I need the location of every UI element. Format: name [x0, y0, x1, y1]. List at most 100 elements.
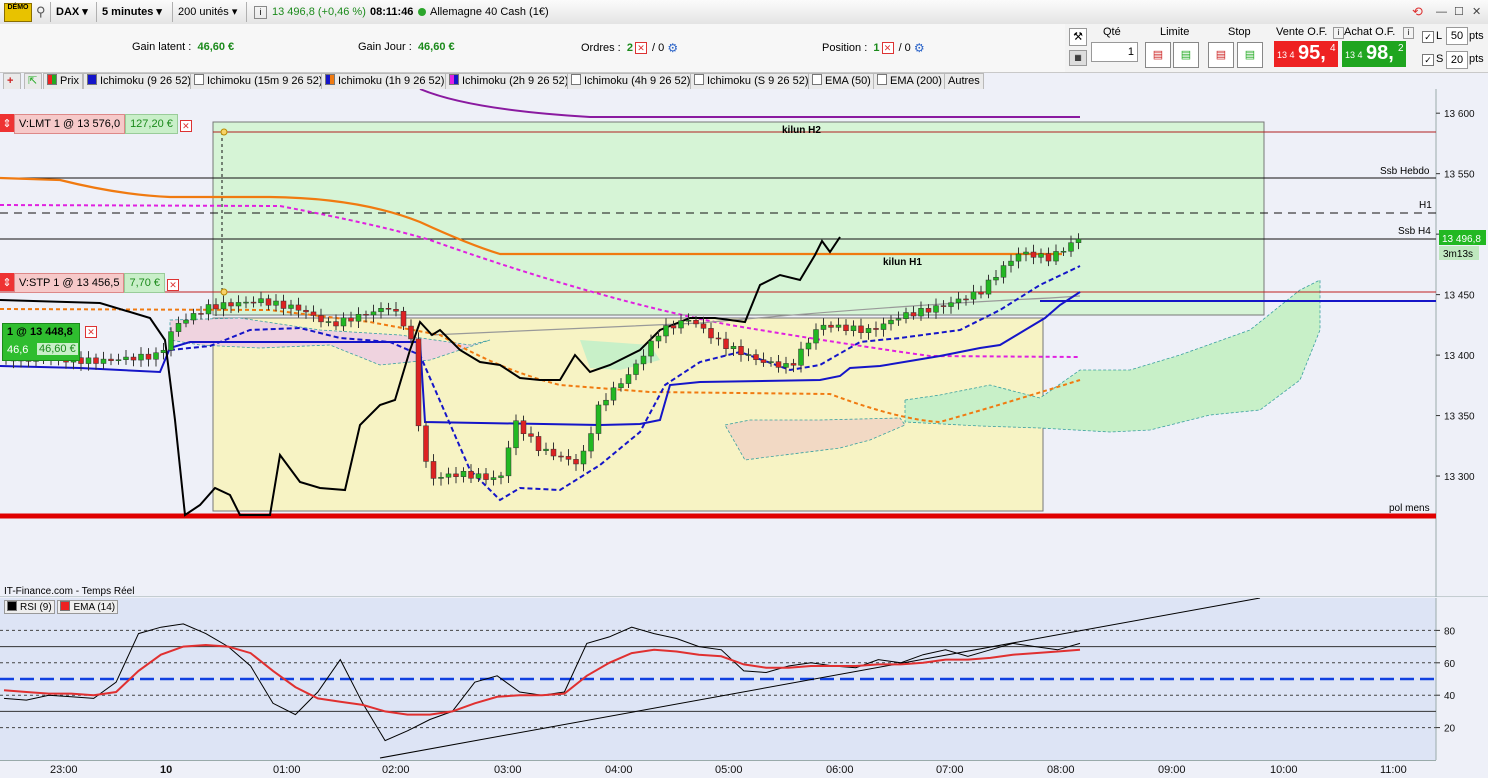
info-icon[interactable]: i — [254, 6, 267, 19]
ema-legend-item[interactable]: EMA (14) — [57, 600, 119, 614]
stop-buy-button[interactable]: ▤ — [1208, 42, 1234, 68]
s-input[interactable]: 20 — [1446, 51, 1468, 69]
sell-button[interactable]: 13 4 95, 4 — [1274, 41, 1338, 67]
last-price-label: 13 496,8 — [1442, 234, 1481, 245]
pts-label: pts — [1469, 30, 1484, 42]
candle-body — [340, 317, 347, 327]
tab-ichimoku[interactable]: Ichimoku (9 26 52) — [83, 73, 196, 90]
orders-summary[interactable]: Ordres : 2 ✕ / 0 ⚙ — [581, 41, 678, 55]
candle-body — [190, 313, 197, 321]
candle-body — [93, 357, 99, 364]
close-button[interactable]: ✕ — [1472, 3, 1481, 21]
candle-body — [880, 323, 887, 330]
qty-input[interactable]: 1 — [1091, 42, 1138, 62]
candle-body — [333, 321, 339, 327]
candle-body — [295, 304, 302, 311]
gear-icon[interactable]: ⚙ — [667, 41, 678, 55]
orders-count: 2 — [626, 41, 633, 54]
position-summary[interactable]: Position : 1 ✕ / 0 ⚙ — [822, 41, 925, 55]
candle-body — [700, 323, 707, 329]
candle-body — [1000, 265, 1007, 278]
tab-ema200[interactable]: EMA (200) — [873, 73, 946, 90]
h1-label: H1 — [1419, 200, 1432, 211]
time-tick-label: 06:00 — [826, 764, 854, 776]
tab-label: Ichimoku (2h 9 26 52) — [462, 75, 569, 87]
tab-ichimoku-15m[interactable]: Ichimoku (15m 9 26 52) — [190, 73, 327, 90]
units-label: 200 unités — [178, 6, 229, 18]
stop-checkbox[interactable]: ✓ — [1422, 54, 1434, 66]
stop-label: Stop — [1228, 26, 1251, 38]
ema-legend-label: EMA (14) — [73, 602, 116, 613]
expand-icon[interactable]: ⇱ — [24, 73, 42, 90]
keypad-icon[interactable]: ▦ — [1069, 50, 1087, 66]
maximize-button[interactable]: ☐ — [1454, 3, 1464, 21]
kilun-h2-box — [212, 121, 1265, 316]
refresh-icon[interactable]: ⟲ — [1412, 3, 1423, 21]
rsi-legend-item[interactable]: RSI (9) — [4, 600, 55, 614]
stop-sell-button[interactable]: ▤ — [1237, 42, 1263, 68]
time-tick-label: 02:00 — [382, 764, 410, 776]
candle-body — [588, 433, 594, 452]
price-chart[interactable]: kilun H2 kilun H1 Ssb Hebdo H1 Ssb H4 po… — [0, 89, 1488, 597]
candle-body — [745, 354, 752, 356]
limit-checkbox[interactable]: ✓ — [1422, 31, 1434, 43]
close-icon[interactable]: ✕ — [881, 42, 894, 54]
candle-body — [1045, 253, 1052, 262]
lmt-order-tag[interactable]: ⇕ V:LMT 1 @ 13 576,0 127,20 € ✕ — [0, 114, 194, 134]
link-icon[interactable]: ⚲ — [36, 3, 46, 21]
limit-sell-button[interactable]: ▤ — [1173, 42, 1199, 68]
position-tag[interactable]: 1 @ 13 448,8 ✕ 46,6 46,60 € — [2, 323, 97, 361]
candle-body — [783, 363, 789, 368]
candle-body — [123, 356, 129, 360]
candle-body — [228, 302, 234, 307]
buy-button[interactable]: 13 4 98, 2 — [1342, 41, 1406, 67]
tab-ichimoku-4h[interactable]: Ichimoku (4h 9 26 52) — [567, 73, 695, 90]
tab-ema50[interactable]: EMA (50) — [808, 73, 875, 90]
drag-handle-icon[interactable]: ⇕ — [0, 114, 14, 132]
candle-body — [445, 473, 452, 478]
rsi-chart[interactable]: 20 40 60 80 — [0, 598, 1488, 760]
time-tick-label: 23:00 — [50, 764, 78, 776]
candle-body — [663, 325, 669, 337]
position-points: 46,6 — [7, 344, 29, 356]
gear-icon[interactable]: ⚙ — [914, 41, 925, 55]
checkbox-icon — [812, 74, 822, 85]
tab-autres[interactable]: Autres — [944, 73, 984, 90]
candle-body — [843, 324, 849, 331]
wrench-icon[interactable]: ⚒ — [1069, 28, 1087, 46]
candle-body — [145, 353, 152, 360]
tab-label: EMA (50) — [825, 75, 871, 87]
tab-ichimoku-s[interactable]: Ichimoku (S 9 26 52) — [690, 73, 813, 90]
limit-buy-button[interactable]: ▤ — [1145, 42, 1171, 68]
candle-body — [820, 324, 827, 330]
candle-body — [505, 447, 512, 477]
drag-handle-icon[interactable]: ⇕ — [0, 273, 14, 291]
candle-icon — [47, 74, 57, 85]
add-indicator-button[interactable]: + — [3, 73, 21, 90]
sell-prefix: 13 4 — [1277, 50, 1295, 60]
close-icon[interactable]: ✕ — [179, 120, 192, 133]
quote-value: 13 496,8 (+0,46 %) — [272, 6, 366, 18]
candle-body — [453, 473, 459, 477]
instrument-select[interactable]: DAX ▾ — [56, 3, 88, 21]
minimize-button[interactable]: — — [1436, 3, 1447, 21]
close-icon[interactable]: ✕ — [85, 326, 97, 338]
candle-body — [265, 298, 272, 306]
candle-body — [438, 477, 444, 479]
tab-ichimoku-1h[interactable]: Ichimoku (1h 9 26 52) — [321, 73, 449, 90]
rsi-legend-label: RSI (9) — [20, 602, 52, 613]
timeframe-select[interactable]: 5 minutes ▾ — [102, 3, 162, 21]
units-select[interactable]: 200 unités ▾ — [178, 3, 237, 21]
rsi-tick-label: 40 — [1444, 691, 1456, 702]
close-icon[interactable]: ✕ — [167, 279, 180, 292]
stp-order-tag[interactable]: ⇕ V:STP 1 @ 13 456,5 7,70 € ✕ — [0, 273, 181, 293]
candle-body — [835, 324, 842, 328]
l-input[interactable]: 50 — [1446, 27, 1468, 45]
tab-prix[interactable]: Prix — [43, 73, 83, 90]
close-icon[interactable]: ✕ — [634, 42, 647, 54]
candle-body — [955, 298, 962, 303]
buy-info-icon[interactable]: i — [1403, 27, 1414, 39]
sell-info-icon[interactable]: i — [1333, 27, 1344, 39]
tab-ichimoku-2h[interactable]: Ichimoku (2h 9 26 52) — [445, 73, 573, 90]
stp-label: V:STP 1 @ 13 456,5 — [14, 273, 125, 293]
